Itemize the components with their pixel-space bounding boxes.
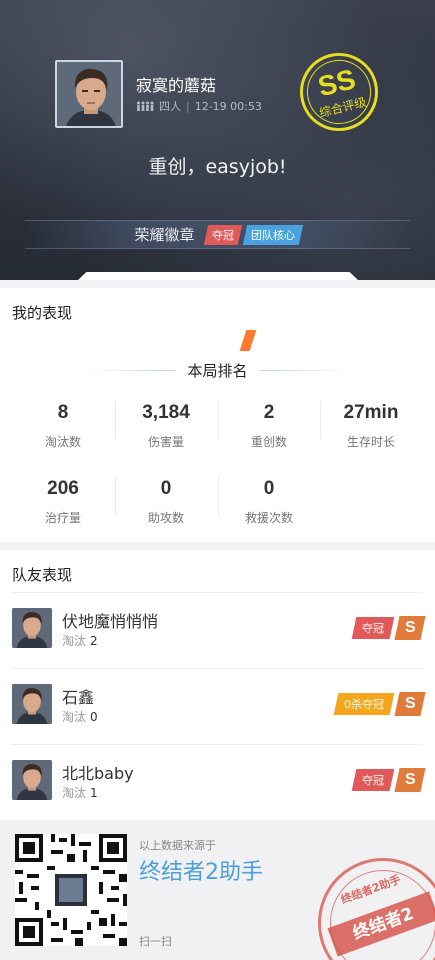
data-source-note: 以上数据来源于 bbox=[139, 839, 216, 852]
stat-label: 伤害量 bbox=[147, 435, 184, 449]
honor-badges-title: 荣耀徽章 bbox=[134, 226, 195, 244]
squad-icon bbox=[137, 101, 154, 111]
header-tab-notch bbox=[78, 272, 358, 280]
player-name: 寂寞的蘑菇 bbox=[136, 76, 217, 95]
stat-label: 淘汰数 bbox=[44, 435, 81, 449]
honor-tag-champion: 夺冠 bbox=[203, 224, 242, 245]
stat-value: 27min bbox=[343, 402, 399, 423]
stat-kills: 8 淘汰数 bbox=[11, 402, 115, 450]
stat-revives: 0 救援次数 bbox=[217, 478, 321, 526]
teammate-grade-badge: S bbox=[394, 768, 426, 792]
stat-label: 重创数 bbox=[250, 435, 287, 449]
teammate-kills: 淘汰 1 bbox=[62, 786, 98, 800]
teammate-row[interactable]: 伏地魔悄悄悄 淘汰 2 夺冠 S bbox=[12, 592, 426, 668]
teammate-result-badge: 夺冠 bbox=[351, 769, 395, 791]
stat-label: 助攻数 bbox=[147, 511, 184, 525]
stat-survival-time: 27min 生存时长 bbox=[319, 402, 423, 450]
stat-label: 生存时长 bbox=[346, 435, 395, 449]
stat-knockdowns: 2 重创数 bbox=[217, 402, 321, 450]
honor-badges-bar: 荣耀徽章 夺冠 团队核心 bbox=[25, 220, 410, 249]
overall-grade-stamp: SS 综合评级 bbox=[291, 44, 387, 140]
stat-value: 3,184 bbox=[142, 402, 190, 423]
teammate-row[interactable]: 石鑫 淘汰 0 0杀夺冠 S bbox=[12, 668, 426, 744]
brand-name[interactable]: 终结者2助手 bbox=[139, 854, 263, 886]
rank-label: 本局排名 bbox=[187, 362, 248, 380]
stat-healing: 206 治疗量 bbox=[11, 478, 115, 526]
stat-assists: 0 助攻数 bbox=[114, 478, 218, 526]
rank-indicator bbox=[239, 330, 257, 351]
honor-tag-team-core: 团队核心 bbox=[242, 224, 303, 245]
stat-value: 0 bbox=[263, 478, 275, 499]
player-avatar[interactable] bbox=[55, 60, 123, 128]
teammate-grade-badge: S bbox=[394, 616, 426, 640]
teammate-name: 北北baby bbox=[62, 764, 134, 783]
stat-value: 0 bbox=[160, 478, 172, 499]
stat-damage: 3,184 伤害量 bbox=[114, 402, 218, 450]
match-datetime: 12-19 00:53 bbox=[194, 99, 262, 113]
teammate-avatar[interactable] bbox=[12, 684, 52, 724]
scan-hint: 扫一扫 bbox=[139, 935, 172, 948]
teammate-grade-badge: S bbox=[394, 692, 426, 716]
rank-label-row: 本局排名 bbox=[0, 360, 435, 381]
match-mode: 四人 bbox=[159, 100, 181, 113]
source-footer: 以上数据来源于 终结者2助手 扫一扫 终结者2助手 终结者2 bbox=[0, 820, 435, 960]
stat-label: 救援次数 bbox=[244, 511, 293, 525]
overall-grade: SS bbox=[314, 62, 359, 102]
brand-seal-stamp: 终结者2助手 终结者2 bbox=[299, 839, 435, 960]
overall-grade-label: 综合评级 bbox=[317, 94, 368, 120]
match-headline: 重创，easyjob! bbox=[148, 156, 287, 178]
teammate-kills: 淘汰 0 bbox=[62, 710, 98, 724]
teammate-result-badge: 夺冠 bbox=[351, 617, 395, 639]
match-summary-header: 寂寞的蘑菇 四人 | 12-19 00:53 SS 综合评级 重创，easyjo… bbox=[0, 0, 435, 280]
stat-value: 2 bbox=[263, 402, 275, 423]
teammate-badges: 夺冠 S bbox=[351, 616, 426, 640]
teammate-badges: 0杀夺冠 S bbox=[333, 692, 426, 716]
teammate-name: 石鑫 bbox=[62, 688, 95, 707]
teammates-card: 队友表现 伏地魔悄悄悄 淘汰 2 夺冠 S 石鑫 淘汰 0 0杀夺冠 S 北北bab… bbox=[0, 550, 435, 820]
meta-separator: | bbox=[186, 99, 190, 113]
teammate-badges: 夺冠 S bbox=[351, 768, 426, 792]
stat-value: 8 bbox=[57, 402, 69, 423]
teammate-result-badge: 0杀夺冠 bbox=[333, 693, 395, 715]
stat-value: 206 bbox=[47, 478, 79, 499]
teammates-title: 队友表现 bbox=[12, 566, 73, 584]
my-performance-card: 我的表现 本局排名 8 淘汰数 3,184 伤害量 2 重创数 27min 生存… bbox=[0, 288, 435, 542]
teammate-avatar[interactable] bbox=[12, 608, 52, 648]
teammate-avatar[interactable] bbox=[12, 760, 52, 800]
my-performance-title: 我的表现 bbox=[12, 304, 73, 322]
stat-label: 治疗量 bbox=[44, 511, 81, 525]
teammate-row[interactable]: 北北baby 淘汰 1 夺冠 S bbox=[12, 744, 426, 820]
teammate-kills: 淘汰 2 bbox=[62, 634, 98, 648]
qr-code[interactable] bbox=[15, 834, 127, 946]
match-meta: 四人 | 12-19 00:53 bbox=[136, 98, 262, 114]
teammate-name: 伏地魔悄悄悄 bbox=[62, 612, 159, 631]
